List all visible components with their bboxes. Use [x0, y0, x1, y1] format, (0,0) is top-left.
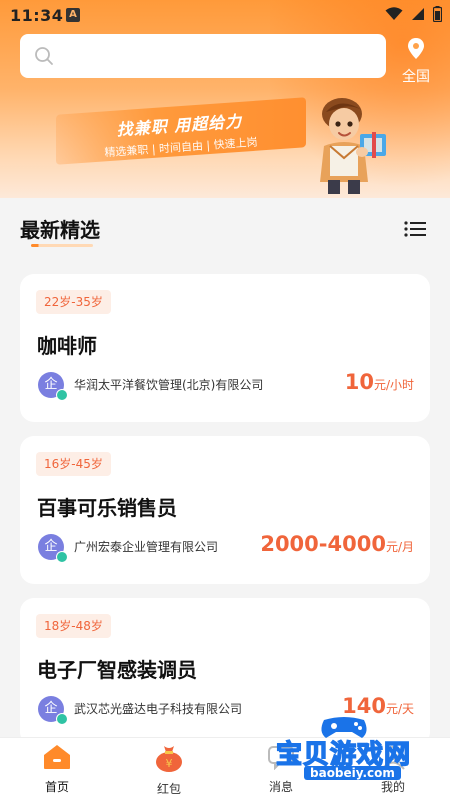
company-badge-label: 企 [44, 539, 58, 554]
search-box[interactable] [20, 34, 386, 78]
mascot-illustration [320, 98, 386, 194]
location-pin-icon [408, 38, 424, 59]
watermark: 宝贝游戏网 baobeiy.com [268, 712, 448, 796]
header: 11:34 A 全国 找兼职 用超给力 精选兼职 | 时间自由 | 快速上岗 [0, 0, 450, 198]
tab-red-packet[interactable]: ¥ 红包 [139, 744, 199, 797]
tab-label: 首页 [44, 780, 69, 794]
verified-icon [56, 713, 68, 725]
company-badge-label: 企 [44, 377, 58, 392]
svg-text:¥: ¥ [166, 757, 173, 770]
job-title: 百事可乐销售员 [37, 496, 177, 520]
section-header: 最新精选 [0, 198, 450, 258]
signal-icon [412, 8, 424, 20]
watermark-url: baobeiy.com [304, 766, 401, 780]
list-icon[interactable] [404, 220, 426, 238]
tab-label: 红包 [156, 782, 181, 796]
verified-icon [56, 551, 68, 563]
salary-amount: 10 [344, 370, 374, 394]
section-title: 最新精选 [20, 218, 100, 242]
company-avatar: 企 [38, 534, 68, 563]
company-avatar: 企 [38, 372, 68, 401]
status-time: 11:34 [10, 6, 64, 25]
notification-icon: A [66, 8, 80, 22]
company-name: 武汉芯光盛达电子科技有限公司 [74, 702, 243, 716]
search-icon [35, 47, 53, 65]
salary-amount: 2000-4000 [260, 532, 386, 556]
wifi-icon [385, 7, 403, 20]
job-title: 咖啡师 [37, 334, 97, 358]
search-input[interactable] [64, 48, 354, 64]
status-bar: 11:34 A [0, 0, 450, 32]
section-underline [31, 244, 93, 247]
company-name: 广州宏泰企业管理有限公司 [74, 540, 219, 554]
home-icon [44, 745, 70, 769]
location-selector[interactable]: 全国 [396, 38, 436, 86]
age-tag: 16岁-45岁 [36, 452, 111, 476]
verified-icon [56, 389, 68, 401]
location-label: 全国 [402, 69, 430, 85]
company-badge-label: 企 [44, 701, 58, 716]
job-card[interactable]: 16岁-45岁 百事可乐销售员 企 广州宏泰企业管理有限公司 2000-4000… [20, 436, 430, 584]
battery-icon [433, 6, 442, 22]
job-card[interactable]: 22岁-35岁 咖啡师 企 华润太平洋餐饮管理(北京)有限公司 10元/小时 [20, 274, 430, 422]
age-tag: 18岁-48岁 [36, 614, 111, 638]
job-title: 电子厂智感装调员 [37, 658, 197, 682]
company-name: 华润太平洋餐饮管理(北京)有限公司 [74, 378, 264, 392]
money-bag-icon: ¥ [156, 746, 182, 772]
salary: 2000-4000元/月 [260, 532, 414, 556]
salary-unit: 元/小时 [373, 378, 414, 392]
salary-unit: 元/月 [385, 540, 414, 554]
company-avatar: 企 [38, 696, 68, 725]
status-icons [385, 6, 442, 22]
age-tag: 22岁-35岁 [36, 290, 111, 314]
tab-home[interactable]: 首页 [27, 744, 87, 795]
salary: 10元/小时 [345, 370, 414, 394]
